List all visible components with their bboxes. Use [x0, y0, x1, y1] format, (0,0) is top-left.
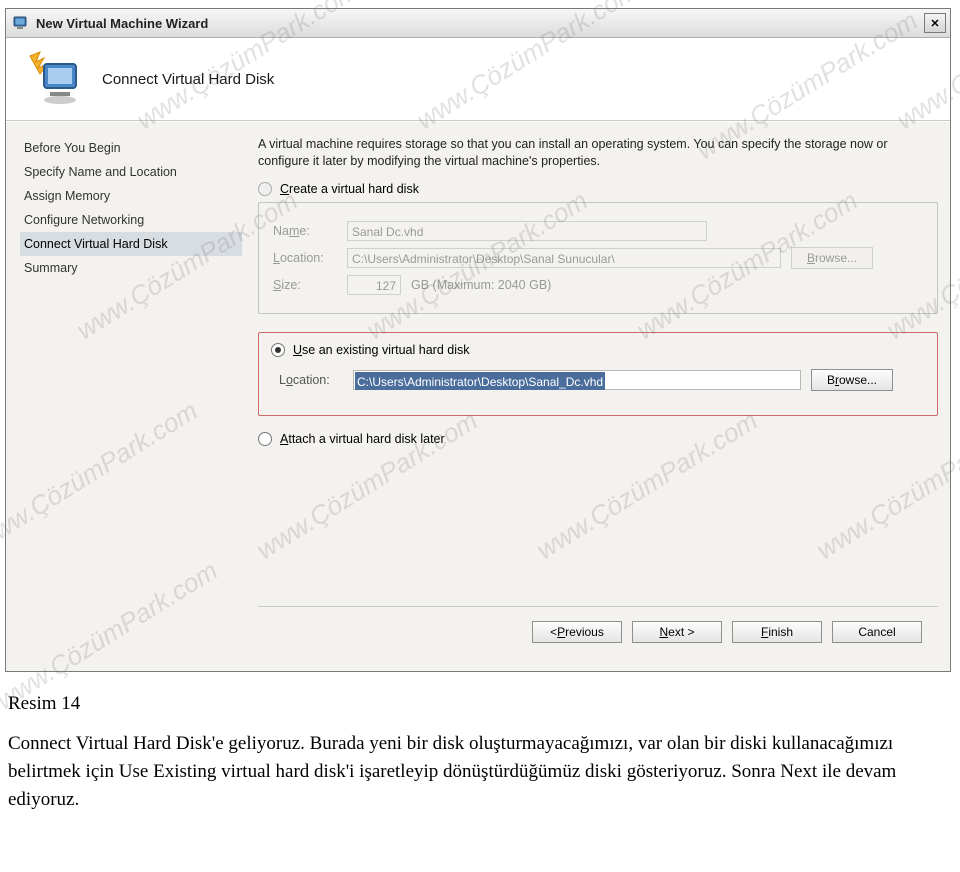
- create-location-input: C:\Users\Administrator\Desktop\Sanal Sun…: [347, 248, 781, 268]
- caption-body: Connect Virtual Hard Disk'e geliyoruz. B…: [8, 730, 928, 814]
- group-existing: Use an existing virtual hard disk Locati…: [258, 332, 938, 416]
- radio-later-label: Attach a virtual hard disk later: [280, 432, 445, 446]
- radio-existing[interactable]: [271, 343, 285, 357]
- radio-later[interactable]: [258, 432, 272, 446]
- cancel-button[interactable]: Cancel: [832, 621, 922, 643]
- finish-button[interactable]: Finish: [732, 621, 822, 643]
- wizard-content: A virtual machine requires storage so th…: [246, 122, 950, 671]
- wizard-header: Connect Virtual Hard Disk: [6, 38, 950, 121]
- wizard-window: New Virtual Machine Wizard ✕ Connect Vir…: [5, 8, 951, 672]
- group-create: Name: Sanal Dc.vhd Location: C:\Users\Ad…: [258, 202, 938, 314]
- existing-location-input[interactable]: C:\Users\Administrator\Desktop\Sanal_Dc.…: [353, 370, 801, 390]
- option-create-row: Create a virtual hard disk: [258, 180, 938, 198]
- create-name-label: Name:: [273, 224, 337, 238]
- sidebar-step-assign-memory[interactable]: Assign Memory: [20, 184, 242, 208]
- previous-button[interactable]: < Previous: [532, 621, 622, 643]
- close-button[interactable]: ✕: [924, 13, 946, 33]
- wizard-header-title: Connect Virtual Hard Disk: [102, 71, 274, 88]
- wizard-sidebar: Before You Begin Specify Name and Locati…: [6, 122, 246, 671]
- sidebar-step-summary[interactable]: Summary: [20, 256, 242, 280]
- option-later-row: Attach a virtual hard disk later: [258, 430, 938, 448]
- radio-existing-label: Use an existing virtual hard disk: [293, 343, 469, 357]
- sidebar-step-before-you-begin[interactable]: Before You Begin: [20, 136, 242, 160]
- window-title: New Virtual Machine Wizard: [36, 16, 924, 31]
- wizard-header-icon: [16, 47, 96, 111]
- wizard-footer: < Previous Next > Finish Cancel: [258, 606, 938, 661]
- caption: Resim 14 Connect Virtual Hard Disk'e gel…: [8, 690, 928, 814]
- radio-create[interactable]: [258, 182, 272, 196]
- create-name-input: Sanal Dc.vhd: [347, 221, 707, 241]
- create-size-suffix: GB (Maximum: 2040 GB): [411, 278, 551, 292]
- intro-text: A virtual machine requires storage so th…: [258, 136, 938, 170]
- existing-location-label: Location:: [279, 373, 343, 387]
- create-browse-button: Browse...: [791, 247, 873, 269]
- next-button[interactable]: Next >: [632, 621, 722, 643]
- sidebar-step-specify-name[interactable]: Specify Name and Location: [20, 160, 242, 184]
- sidebar-step-configure-networking[interactable]: Configure Networking: [20, 208, 242, 232]
- create-location-label: Location:: [273, 251, 337, 265]
- sidebar-step-connect-vhd[interactable]: Connect Virtual Hard Disk: [20, 232, 242, 256]
- app-icon: [12, 14, 30, 32]
- title-bar: New Virtual Machine Wizard ✕: [6, 9, 950, 38]
- create-size-label: Size:: [273, 278, 337, 292]
- radio-create-label: Create a virtual hard disk: [280, 182, 419, 196]
- existing-browse-button[interactable]: Browse...: [811, 369, 893, 391]
- create-size-input: 127: [347, 275, 401, 295]
- caption-title: Resim 14: [8, 690, 928, 718]
